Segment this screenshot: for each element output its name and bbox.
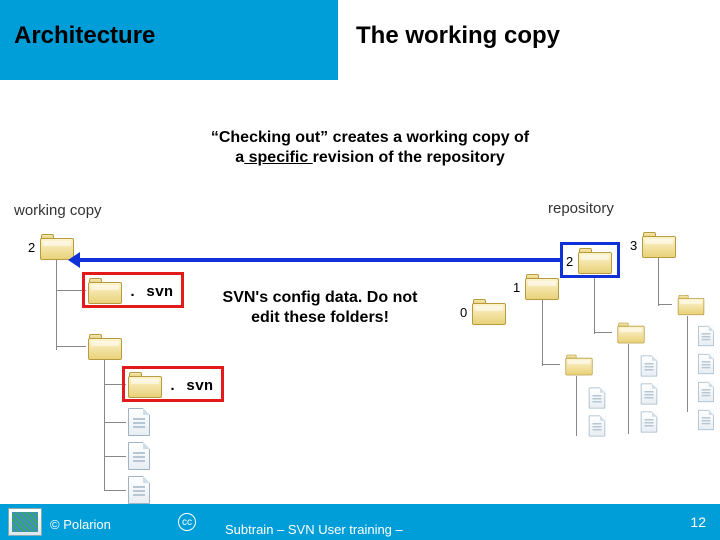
folder-icon xyxy=(578,248,612,274)
subtitle-line2b: revision of the repository xyxy=(313,149,505,166)
file-icon xyxy=(698,382,714,402)
folder-icon xyxy=(678,295,705,315)
repository-label: repository xyxy=(548,200,614,217)
tree-line xyxy=(576,376,577,436)
revision-badge: 2 xyxy=(566,254,573,269)
working-copy-label: working copy xyxy=(14,202,102,219)
file-icon xyxy=(128,442,150,470)
file-icon xyxy=(698,326,714,346)
subtitle-underlined: specific xyxy=(244,149,312,166)
tree-line xyxy=(104,456,126,457)
file-icon xyxy=(128,476,150,504)
tree-line xyxy=(104,384,126,385)
tree-line xyxy=(104,490,126,491)
tree-line xyxy=(56,260,57,350)
folder-icon xyxy=(128,372,162,398)
file-icon xyxy=(641,384,658,405)
folder-icon xyxy=(617,323,644,344)
folder-icon xyxy=(642,232,676,258)
tree-line xyxy=(594,332,612,333)
tree-line xyxy=(542,364,560,365)
tree-line xyxy=(56,346,86,347)
footer-copyright: © Polarion xyxy=(50,517,111,532)
folder-icon xyxy=(565,355,592,376)
cc-icon: cc xyxy=(178,513,196,531)
tree-line xyxy=(687,316,688,412)
folder-icon xyxy=(88,278,122,304)
file-icon xyxy=(589,416,606,437)
file-icon xyxy=(641,412,658,433)
revision-badge: 3 xyxy=(630,238,637,253)
svn-folder-label: . svn xyxy=(128,284,173,301)
tree-line xyxy=(104,360,105,490)
tree-line xyxy=(658,304,672,305)
file-icon xyxy=(698,410,714,430)
config-note: SVN's config data. Do not edit these fol… xyxy=(215,288,425,328)
section-title: Architecture xyxy=(14,22,155,50)
file-icon xyxy=(641,356,658,377)
svn-folder-label: . svn xyxy=(168,378,213,395)
tree-line xyxy=(658,258,659,306)
footer-training: Subtrain – SVN User training – xyxy=(225,523,403,538)
revision-badge: 0 xyxy=(460,305,467,320)
slide: Architecture The working copy “Checking … xyxy=(0,0,720,540)
subtitle-line2a: a xyxy=(235,149,244,166)
tree-line xyxy=(104,422,126,423)
folder-icon xyxy=(525,274,559,300)
folder-icon xyxy=(472,299,506,325)
logo-icon xyxy=(8,508,42,536)
revision-badge-wc: 2 xyxy=(28,240,35,255)
subtitle: “Checking out” creates a working copy of… xyxy=(180,128,560,168)
file-icon xyxy=(128,408,150,436)
tree-line xyxy=(56,290,86,291)
revision-badge: 1 xyxy=(513,280,520,295)
subtitle-line1: “Checking out” creates a working copy of xyxy=(211,129,529,146)
file-icon xyxy=(698,354,714,374)
file-icon xyxy=(589,388,606,409)
tree-line xyxy=(542,300,543,366)
page-title: The working copy xyxy=(356,22,560,50)
page-number: 12 xyxy=(690,514,706,530)
tree-line xyxy=(594,278,595,334)
checkout-arrow xyxy=(78,258,560,262)
tree-line xyxy=(628,344,629,434)
folder-icon xyxy=(88,334,122,360)
